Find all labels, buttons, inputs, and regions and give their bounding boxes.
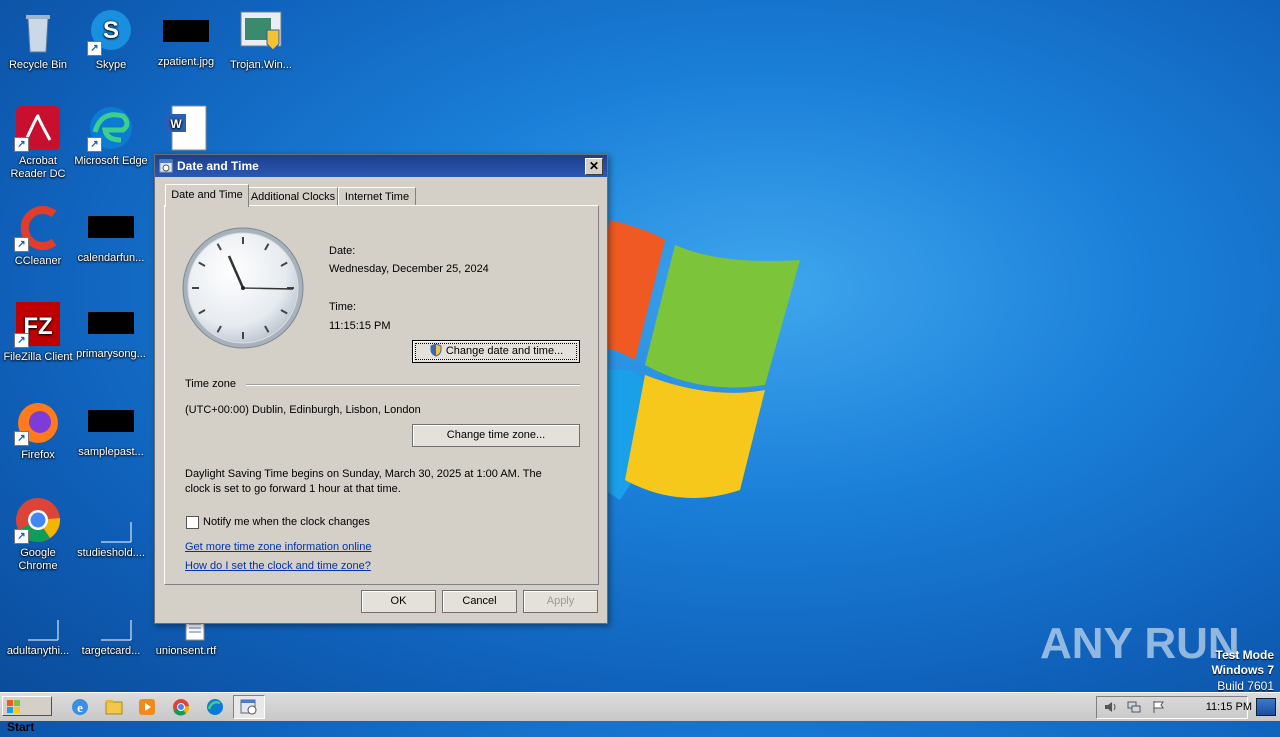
blank-file-icon (87, 496, 135, 544)
filezilla-icon: FZ ↗ (14, 300, 62, 348)
dst-text-line2: clock is set to go forward 1 hour at tha… (185, 483, 401, 495)
desktop-icon-firefox[interactable]: ↗ Firefox (0, 398, 76, 462)
svg-text:ANY RUN: ANY RUN (1040, 619, 1240, 668)
anyrun-logo-icon: ANY RUN (1040, 619, 1240, 668)
desktop-icon-word-doc[interactable]: W (148, 104, 224, 155)
dialog-titlebar[interactable]: Date and Time ✕ (155, 155, 607, 177)
analog-clock-icon (182, 227, 304, 349)
shortcut-arrow-icon: ↗ (14, 333, 29, 348)
internet-explorer-icon[interactable]: e (70, 697, 90, 717)
installer-icon (237, 8, 285, 56)
notify-label: Notify me when the clock changes (203, 516, 370, 528)
show-desktop-button[interactable] (1256, 698, 1276, 716)
change-time-zone-button[interactable]: Change time zone... (412, 424, 580, 447)
date-time-dialog: Date and Time ✕ Date and Time Additional… (154, 154, 608, 624)
timezone-heading: Time zone (185, 378, 236, 390)
desktop-icon-filezilla[interactable]: FZ ↗ FileZilla Client (0, 300, 76, 364)
uac-shield-icon (430, 343, 442, 357)
action-center-flag-icon[interactable] (1151, 700, 1165, 714)
close-button[interactable]: ✕ (585, 158, 603, 175)
change-date-time-label: Change date and time... (445, 345, 564, 357)
desktop-icon-recycle-bin[interactable]: Recycle Bin (0, 8, 76, 72)
word-document-icon: W (162, 104, 210, 152)
start-label: Start (7, 720, 35, 734)
taskbar: Start e 11:15 PM (0, 692, 1280, 734)
desktop-icon-primarysong[interactable]: primarysong... (73, 300, 149, 361)
date-time-taskbar-icon (240, 699, 257, 715)
start-button[interactable]: Start (2, 696, 52, 734)
network-icon[interactable] (1127, 700, 1141, 714)
taskbar-date-time-button[interactable] (233, 695, 265, 719)
desktop-icon-studieshold[interactable]: studieshold.... (73, 496, 149, 560)
edge-taskbar-icon[interactable] (205, 697, 225, 717)
redacted-thumbnail-icon (163, 20, 209, 42)
timezone-value: (UTC+00:00) Dublin, Edinburgh, Lisbon, L… (185, 404, 421, 416)
desktop-icon-samplepast[interactable]: samplepast... (73, 398, 149, 459)
blank-file-icon (14, 594, 62, 642)
firefox-icon: ↗ (14, 398, 62, 446)
desktop-icon-chrome[interactable]: ↗ Google Chrome (0, 496, 76, 573)
taskbar-clock[interactable]: 11:15 PM (1206, 701, 1252, 713)
dialog-title: Date and Time (177, 159, 259, 173)
shortcut-arrow-icon: ↗ (14, 529, 29, 544)
desktop-icon-acrobat[interactable]: ↗ Acrobat Reader DC (0, 104, 76, 181)
desktop-icon-edge[interactable]: ↗ Microsoft Edge (73, 104, 149, 168)
volume-icon[interactable] (1103, 700, 1117, 714)
timezone-divider (246, 384, 580, 386)
ok-button[interactable]: OK (361, 590, 436, 613)
blank-file-icon (87, 594, 135, 642)
date-label: Date: (329, 245, 356, 257)
notify-checkbox[interactable] (186, 516, 199, 529)
edge-icon: ↗ (87, 104, 135, 152)
shortcut-arrow-icon: ↗ (14, 431, 29, 446)
shortcut-arrow-icon: ↗ (87, 137, 102, 152)
shortcut-arrow-icon: ↗ (14, 137, 29, 152)
how-to-set-clock-link[interactable]: How do I set the clock and time zone? (185, 560, 371, 572)
skype-icon: S ↗ (87, 8, 135, 56)
redacted-thumbnail-icon (88, 410, 134, 432)
windows-flag-icon (7, 700, 20, 713)
desktop-icon-trojan[interactable]: Trojan.Win... (223, 8, 299, 72)
redacted-thumbnail-icon (88, 216, 134, 238)
tab-internet-time[interactable]: Internet Time (338, 187, 416, 206)
cancel-button[interactable]: Cancel (442, 590, 517, 613)
anyrun-watermark: ANY RUN (1040, 608, 1240, 674)
time-label: Time: (329, 301, 357, 313)
timezone-info-link[interactable]: Get more time zone information online (185, 541, 371, 553)
desktop-icon-skype[interactable]: S ↗ Skype (73, 8, 149, 72)
chrome-icon: ↗ (14, 496, 62, 544)
desktop-icon-adultanythi[interactable]: adultanythi... (0, 594, 76, 658)
change-date-time-button[interactable]: Change date and time... (412, 340, 580, 363)
dst-text-line1: Daylight Saving Time begins on Sunday, M… (185, 468, 542, 480)
chrome-taskbar-icon[interactable] (171, 697, 191, 717)
svg-text:S: S (103, 17, 119, 44)
apply-button[interactable]: Apply (523, 590, 598, 613)
file-explorer-icon[interactable] (104, 697, 124, 717)
svg-text:W: W (170, 117, 182, 131)
shortcut-arrow-icon: ↗ (14, 237, 29, 252)
tab-additional-clocks[interactable]: Additional Clocks (248, 187, 338, 206)
shortcut-arrow-icon: ↗ (87, 41, 102, 56)
build-number-text: Build 7601 (1217, 679, 1274, 693)
desktop-icon-targetcard[interactable]: targetcard... (73, 594, 149, 658)
recycle-bin-icon (14, 8, 62, 56)
windows-version-text: Windows 7 (1211, 663, 1274, 677)
ccleaner-icon: ↗ (14, 204, 62, 252)
desktop-icon-ccleaner[interactable]: ↗ CCleaner (0, 204, 76, 268)
date-value: Wednesday, December 25, 2024 (329, 263, 489, 275)
redacted-thumbnail-icon (88, 312, 134, 334)
tab-date-and-time[interactable]: Date and Time (165, 184, 249, 207)
time-value: 11:15:15 PM (329, 320, 391, 332)
acrobat-icon: ↗ (14, 104, 62, 152)
date-time-icon (159, 159, 173, 173)
desktop-icon-calendarfun[interactable]: calendarfun... (73, 204, 149, 265)
desktop-icon-zpatient[interactable]: zpatient.jpg (148, 8, 224, 69)
media-player-icon[interactable] (137, 697, 157, 717)
svg-text:e: e (77, 700, 83, 715)
test-mode-text: Test Mode (1215, 648, 1274, 662)
